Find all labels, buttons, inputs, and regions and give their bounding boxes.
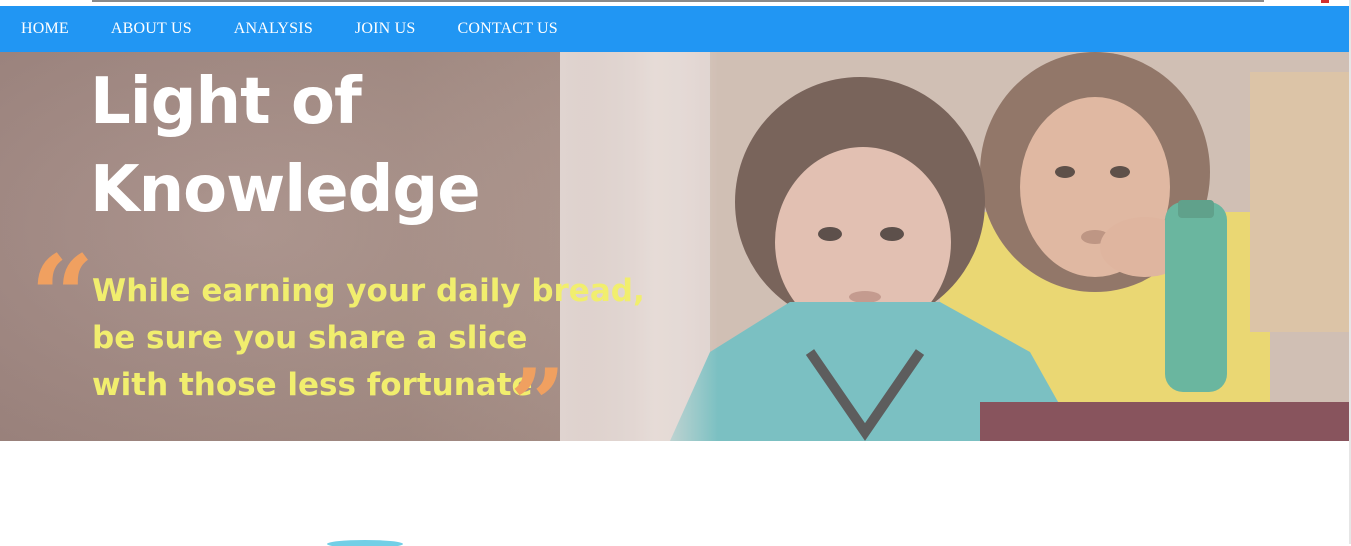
nav-home-link[interactable]: HOME	[0, 6, 90, 52]
main-navbar: HOME ABOUT US ANALYSIS JOIN US CONTACT U…	[0, 6, 1351, 52]
hero-title-line-2: Knowledge	[90, 153, 481, 227]
hero-title-line-1: Light of	[90, 65, 362, 139]
hero-quote-line-2: be sure you share a slice	[92, 320, 528, 356]
hero-title: Light of Knowledge	[90, 58, 590, 234]
hero-banner: Light of Knowledge “ While earning your …	[0, 52, 1349, 441]
nav-about-us-link[interactable]: ABOUT US	[90, 6, 213, 52]
scroll-indicator-bar	[92, 0, 1264, 2]
red-marker-icon	[1321, 0, 1329, 3]
quote-close-mark: ”	[510, 348, 566, 442]
nav-analysis-link[interactable]: ANALYSIS	[213, 6, 334, 52]
quote-open-mark: “	[30, 232, 95, 363]
children-photo-icon	[560, 52, 1349, 441]
nav-join-us-link[interactable]: JOIN US	[334, 6, 437, 52]
logo-icon	[327, 540, 403, 546]
hero-quote-line-1: While earning your daily bread,	[92, 273, 645, 309]
nav-contact-us-link[interactable]: CONTACT US	[436, 6, 578, 52]
